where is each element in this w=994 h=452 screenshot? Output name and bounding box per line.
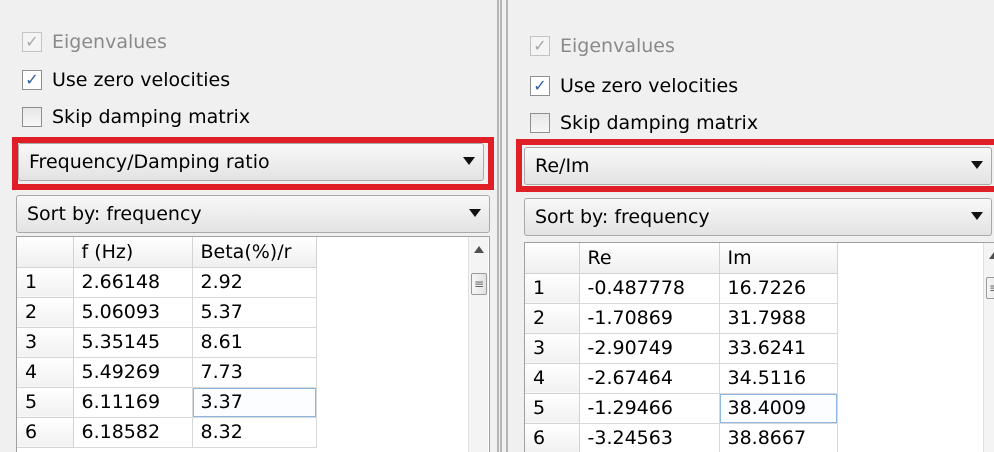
highlight-box — [516, 139, 994, 192]
table-cell[interactable]: -3.24563 — [579, 423, 720, 452]
table-row[interactable]: 3 -2.90749 33.6241 — [525, 333, 838, 364]
row-header[interactable]: 3 — [17, 327, 74, 358]
row-header[interactable]: 5 — [17, 387, 74, 418]
table-cell[interactable]: -1.70869 — [579, 303, 720, 334]
corner-header — [525, 243, 580, 274]
skip-damping-checkbox[interactable] — [530, 113, 550, 133]
chevron-down-icon — [469, 209, 481, 217]
table-cell[interactable]: 38.8667 — [719, 423, 838, 452]
table-row[interactable]: 3 5.35145 8.61 — [17, 327, 317, 358]
table-cell[interactable]: -1.29466 — [579, 393, 720, 424]
splitter-line — [497, 0, 499, 452]
table-cell[interactable]: 2.66148 — [73, 267, 193, 298]
row-header[interactable]: 3 — [525, 333, 580, 364]
table-cell[interactable]: 31.7988 — [719, 303, 838, 334]
table-cell[interactable]: 8.32 — [192, 417, 317, 448]
table-row[interactable]: 2 5.06093 5.37 — [17, 297, 317, 328]
eigenvalues-checkbox[interactable]: ✓ — [22, 32, 42, 52]
selected-table-cell[interactable]: 38.4009 — [719, 393, 838, 424]
row-header[interactable]: 4 — [17, 357, 74, 388]
eigenvalue-table: f (Hz) Beta(%)/r 1 2.66148 2.92 2 5.0609… — [16, 236, 490, 452]
use-zero-velocities-checkbox[interactable]: ✓ — [530, 76, 550, 96]
table-row[interactable]: 1 2.66148 2.92 — [17, 267, 317, 298]
chevron-down-icon — [971, 212, 983, 220]
left-panel: ✓ Eigenvalues ✓ Use zero velocities Skip… — [0, 0, 497, 452]
table-row[interactable]: 2 -1.70869 31.7988 — [525, 303, 838, 334]
right-panel: ✓ Eigenvalues ✓ Use zero velocities Skip… — [508, 0, 994, 452]
skip-damping-row: Skip damping matrix — [530, 109, 758, 137]
row-header[interactable]: 6 — [525, 423, 580, 452]
row-header[interactable]: 6 — [17, 417, 74, 448]
table-cell[interactable]: 5.06093 — [73, 297, 193, 328]
table-cell[interactable]: 5.37 — [192, 297, 317, 328]
table-cell[interactable]: -2.90749 — [579, 333, 720, 364]
table-row[interactable]: 4 5.49269 7.73 — [17, 357, 317, 388]
sort-by-value: Sort by: frequency — [535, 206, 710, 228]
row-header[interactable]: 2 — [525, 303, 580, 334]
skip-damping-row: Skip damping matrix — [22, 103, 250, 131]
vertical-scrollbar[interactable]: ≡ — [983, 243, 994, 452]
eigenvalues-checkbox[interactable]: ✓ — [530, 36, 550, 56]
skip-damping-checkbox[interactable] — [22, 107, 42, 127]
skip-damping-label: Skip damping matrix — [52, 106, 251, 128]
column-header[interactable]: Re — [579, 243, 720, 274]
skip-damping-label: Skip damping matrix — [560, 112, 759, 134]
use-zero-velocities-row: ✓ Use zero velocities — [22, 66, 230, 94]
table-cell[interactable]: -0.487778 — [579, 273, 720, 304]
column-header[interactable]: f (Hz) — [73, 237, 193, 268]
table-header-row: Re Im — [525, 243, 838, 274]
table-row[interactable]: 5 -1.29466 38.4009 — [525, 393, 838, 424]
table-row[interactable]: 4 -2.67464 34.5116 — [525, 363, 838, 394]
table-cell[interactable]: 6.11169 — [73, 387, 193, 418]
selected-table-cell[interactable]: 3.37 — [192, 387, 317, 418]
table-cell[interactable]: 6.18582 — [73, 417, 193, 448]
splitter-line — [500, 0, 502, 452]
vertical-scrollbar[interactable]: ≡ — [468, 237, 488, 452]
scroll-up-arrow-icon[interactable] — [989, 252, 994, 259]
use-zero-velocities-label: Use zero velocities — [560, 75, 739, 97]
sort-by-dropdown[interactable]: Sort by: frequency — [524, 198, 992, 236]
row-header[interactable]: 5 — [525, 393, 580, 424]
table-cell[interactable]: 5.49269 — [73, 357, 193, 388]
column-header[interactable]: Im — [719, 243, 838, 274]
table-cell[interactable]: 2.92 — [192, 267, 317, 298]
row-header[interactable]: 4 — [525, 363, 580, 394]
scroll-thumb[interactable]: ≡ — [986, 277, 994, 299]
table-cell[interactable]: 8.61 — [192, 327, 317, 358]
row-header[interactable]: 1 — [525, 273, 580, 304]
eigenvalues-checkbox-row: ✓ Eigenvalues — [22, 28, 167, 56]
table-cell[interactable]: 5.35145 — [73, 327, 193, 358]
scroll-up-arrow-icon[interactable] — [474, 246, 484, 253]
table-cell[interactable]: 7.73 — [192, 357, 317, 388]
table-cell[interactable]: 33.6241 — [719, 333, 838, 364]
table-row[interactable]: 1 -0.487778 16.7226 — [525, 273, 838, 304]
sort-by-value: Sort by: frequency — [27, 203, 202, 225]
highlight-box — [12, 137, 494, 190]
table-row[interactable]: 6 6.18582 8.32 — [17, 417, 317, 448]
row-header[interactable]: 1 — [17, 267, 74, 298]
eigenvalues-label: Eigenvalues — [560, 35, 675, 57]
table-header-row: f (Hz) Beta(%)/r — [17, 237, 317, 268]
corner-header — [17, 237, 74, 268]
use-zero-velocities-label: Use zero velocities — [52, 69, 231, 91]
use-zero-velocities-row: ✓ Use zero velocities — [530, 72, 738, 100]
eigenvalues-label: Eigenvalues — [52, 31, 167, 53]
scroll-thumb[interactable]: ≡ — [471, 273, 487, 295]
row-header[interactable]: 2 — [17, 297, 74, 328]
eigenvalues-checkbox-row: ✓ Eigenvalues — [530, 32, 675, 60]
table-cell[interactable]: 16.7226 — [719, 273, 838, 304]
use-zero-velocities-checkbox[interactable]: ✓ — [22, 70, 42, 90]
table-cell[interactable]: -2.67464 — [579, 363, 720, 394]
eigenvalue-table: Re Im 1 -0.487778 16.7226 2 -1.70869 31.… — [524, 242, 994, 452]
table-row[interactable]: 6 -3.24563 38.8667 — [525, 423, 838, 452]
sort-by-dropdown[interactable]: Sort by: frequency — [16, 195, 490, 233]
table-cell[interactable]: 34.5116 — [719, 363, 838, 394]
column-header[interactable]: Beta(%)/r — [192, 237, 317, 268]
table-row[interactable]: 5 6.11169 3.37 — [17, 387, 317, 418]
